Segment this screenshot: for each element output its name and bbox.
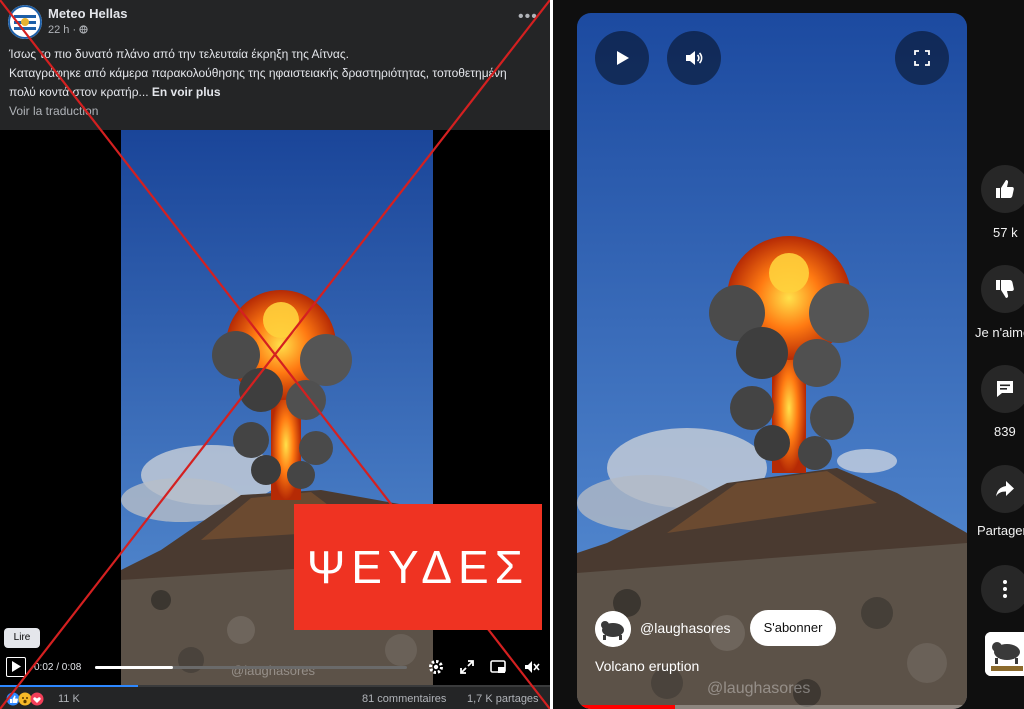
post-caption: Ίσως το πιο δυνατό πλάνο από την τελευτα…: [9, 45, 545, 102]
globe-icon: [79, 25, 88, 34]
dislike-label: Je n'aime: [975, 325, 1024, 340]
more-icon: [1003, 580, 1007, 598]
channel-logo-image: [595, 611, 631, 647]
footer-progress: [0, 685, 550, 687]
post-footer: 11 K 81 commentaires 1,7 K partages: [0, 685, 550, 709]
volcano-scene-shorts: @laughasores: [577, 13, 967, 709]
caption-line-2: Καταγράφηκε από κάμερα παρακολούθησης τη…: [9, 66, 507, 80]
caption-line-3-text: πολύ κοντά στον κρατήρ...: [9, 85, 149, 99]
expand-icon[interactable]: [459, 659, 475, 675]
play-button[interactable]: [6, 657, 26, 677]
comment-count: 839: [994, 424, 1016, 439]
volume-icon: [686, 51, 703, 65]
video-time: 0:02 / 0:08: [34, 662, 82, 673]
shares-count[interactable]: 1,7 K partages: [467, 693, 539, 705]
share-icon: [996, 481, 1014, 497]
comments-button[interactable]: [981, 365, 1024, 413]
play-icon: [617, 51, 629, 65]
shorts-watermark: @laughasores: [707, 680, 810, 697]
fake-stamp: ΨΕΥΔΕΣ: [294, 504, 542, 630]
like-count: 57 k: [993, 225, 1018, 240]
caption-line-1: Ίσως το πιο δυνατό πλάνο από την τελευτα…: [9, 47, 349, 61]
reaction-count[interactable]: 11 K: [58, 693, 80, 705]
video-title[interactable]: Volcano eruption: [595, 658, 699, 674]
settings-icon[interactable]: [428, 659, 444, 675]
fullscreen-icon: [914, 50, 930, 66]
like-button[interactable]: [981, 165, 1024, 213]
read-button[interactable]: Lire: [4, 628, 40, 648]
post-time[interactable]: 22 h ·: [48, 24, 88, 36]
shorts-video[interactable]: @laughasores @laughasores S'abonner Volc…: [577, 13, 967, 709]
page-avatar[interactable]: [8, 5, 42, 39]
mute-icon[interactable]: [524, 659, 540, 675]
fullscreen-button[interactable]: [895, 31, 949, 85]
channel-avatar[interactable]: [595, 611, 631, 647]
shorts-player: @laughasores @laughasores S'abonner Volc…: [553, 0, 1024, 709]
video-progress-fill: [95, 666, 173, 669]
play-icon: [12, 661, 21, 672]
caption-line-3: πολύ κοντά στον κρατήρ... En voir plus: [9, 83, 545, 102]
see-more-link[interactable]: En voir plus: [152, 85, 221, 99]
video-progress-bar[interactable]: [95, 666, 407, 669]
shorts-progress-fill: [577, 705, 675, 709]
sound-thumbnail[interactable]: [985, 632, 1024, 676]
page-name[interactable]: Meteo Hellas: [48, 6, 127, 21]
share-button[interactable]: [981, 465, 1024, 513]
post-time-label: 22 h ·: [48, 24, 77, 36]
post-header: Meteo Hellas 22 h · ••• Ίσως το πιο δυνα…: [0, 0, 550, 130]
dislike-icon: [996, 280, 1014, 298]
footer-progress-fill: [0, 685, 138, 687]
see-translation-link[interactable]: Voir la traduction: [9, 104, 98, 118]
channel-logo-image: [985, 632, 1024, 676]
reactions-icon[interactable]: [6, 692, 56, 706]
dislike-button[interactable]: [981, 265, 1024, 313]
channel-name[interactable]: @laughasores: [640, 620, 731, 636]
comments-count[interactable]: 81 commentaires: [362, 693, 446, 705]
more-options-icon[interactable]: •••: [518, 8, 538, 26]
comment-icon: [997, 381, 1013, 397]
more-actions-button[interactable]: [981, 565, 1024, 613]
pip-icon[interactable]: [490, 659, 506, 675]
play-button[interactable]: [595, 31, 649, 85]
subscribe-button[interactable]: S'abonner: [750, 610, 836, 646]
share-label: Partager: [977, 523, 1024, 538]
volume-button[interactable]: [667, 31, 721, 85]
shorts-progress-bar[interactable]: [577, 705, 967, 709]
like-icon: [996, 180, 1014, 198]
